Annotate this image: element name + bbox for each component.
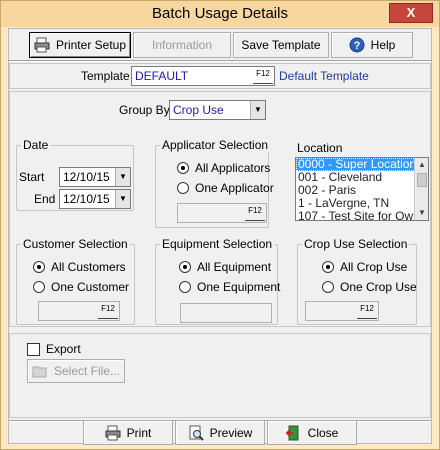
one-customer-label: One Customer xyxy=(51,280,130,294)
dialog-window: Batch Usage Details X Printer Setup Info… xyxy=(0,0,440,450)
start-date-value: 12/10/15 xyxy=(63,170,110,184)
chevron-down-icon[interactable]: ▼ xyxy=(115,168,130,186)
printer-setup-label: Printer Setup xyxy=(55,38,127,52)
preview-label: Preview xyxy=(209,425,253,440)
crop-use-legend: Crop Use Selection xyxy=(302,237,410,251)
printer-icon xyxy=(105,425,121,441)
export-label: Export xyxy=(46,342,81,356)
preview-icon xyxy=(188,425,204,441)
location-list[interactable]: 0000 - Super Location 1 001 - Cleveland … xyxy=(295,157,429,221)
start-label: Start xyxy=(19,170,45,184)
all-customers-radio[interactable]: All Customers xyxy=(33,260,126,274)
radio-icon xyxy=(322,281,334,293)
date-legend: Date xyxy=(21,138,51,152)
group-by-select[interactable]: Crop Use ▼ xyxy=(169,100,266,120)
applicator-input[interactable]: F12 xyxy=(177,203,267,223)
radio-icon xyxy=(177,182,189,194)
template-input[interactable]: DEFAULT F12 xyxy=(131,66,275,86)
chevron-down-icon[interactable]: ▼ xyxy=(250,101,265,119)
lookup-key-icon[interactable]: F12 xyxy=(357,303,377,319)
dialog-client-area: Printer Setup Information Save Template … xyxy=(8,28,432,445)
lookup-key-icon[interactable]: F12 xyxy=(98,303,118,319)
one-equipment-label: One Equipment xyxy=(197,280,281,294)
applicator-legend: Applicator Selection xyxy=(160,138,271,152)
svg-text:?: ? xyxy=(353,40,360,52)
all-applicators-radio[interactable]: All Applicators xyxy=(177,161,270,175)
lookup-key-icon[interactable]: F12 xyxy=(245,205,265,221)
customer-input[interactable]: F12 xyxy=(38,301,120,321)
all-crop-use-radio[interactable]: All Crop Use xyxy=(322,260,407,274)
group-by-value: Crop Use xyxy=(173,103,224,117)
help-button[interactable]: ? Help xyxy=(331,32,413,58)
close-button[interactable]: Close xyxy=(267,420,357,445)
help-label: Help xyxy=(370,38,396,52)
equipment-legend: Equipment Selection xyxy=(160,237,275,251)
customer-legend: Customer Selection xyxy=(21,237,130,251)
start-date-picker[interactable]: 12/10/15 ▼ xyxy=(59,167,131,187)
radio-icon xyxy=(33,281,45,293)
print-button[interactable]: Print xyxy=(83,420,173,445)
lookup-key-icon[interactable]: F12 xyxy=(253,68,273,84)
save-template-button[interactable]: Save Template xyxy=(233,32,329,58)
folder-icon xyxy=(32,363,48,379)
checkbox-icon xyxy=(27,342,40,356)
close-window-button[interactable]: X xyxy=(389,3,433,23)
radio-selected-icon xyxy=(322,261,334,273)
all-equipment-label: All Equipment xyxy=(197,260,272,274)
toolbar-divider xyxy=(9,60,431,62)
print-label: Print xyxy=(126,425,152,440)
group-by-label: Group By xyxy=(119,103,170,117)
end-date-value: 12/10/15 xyxy=(63,192,110,206)
scroll-up-icon[interactable]: ▲ xyxy=(415,158,428,172)
all-applicators-label: All Applicators xyxy=(195,161,271,175)
export-checkbox[interactable]: Export xyxy=(27,342,81,356)
radio-selected-icon xyxy=(177,162,189,174)
scroll-thumb[interactable] xyxy=(417,173,427,187)
one-crop-use-radio[interactable]: One Crop Use xyxy=(322,280,417,294)
printer-icon xyxy=(34,37,50,53)
crop-use-input[interactable]: F12 xyxy=(305,301,379,321)
radio-icon xyxy=(179,281,191,293)
scroll-down-icon[interactable]: ▼ xyxy=(415,206,428,220)
end-date-picker[interactable]: 12/10/15 ▼ xyxy=(59,189,131,209)
equipment-input[interactable] xyxy=(180,303,272,323)
one-applicator-label: One Applicator xyxy=(195,181,274,195)
help-icon: ? xyxy=(349,37,365,53)
one-customer-radio[interactable]: One Customer xyxy=(33,280,129,294)
list-item[interactable]: 107 - Test Site for Owner xyxy=(296,210,428,221)
one-crop-use-label: One Crop Use xyxy=(340,280,417,294)
one-equipment-radio[interactable]: One Equipment xyxy=(179,280,280,294)
select-file-button[interactable]: Select File... xyxy=(27,359,125,383)
title-bar[interactable]: Batch Usage Details X xyxy=(1,1,439,27)
end-label: End xyxy=(34,192,56,206)
radio-selected-icon xyxy=(179,261,191,273)
template-description: Default Template xyxy=(279,69,369,83)
template-label: Template xyxy=(81,69,130,83)
preview-button[interactable]: Preview xyxy=(175,420,265,445)
close-label: Close xyxy=(307,425,339,440)
window-title: Batch Usage Details xyxy=(152,5,288,22)
location-label: Location xyxy=(297,141,343,155)
template-value: DEFAULT xyxy=(135,69,189,83)
radio-selected-icon xyxy=(33,261,45,273)
chevron-down-icon[interactable]: ▼ xyxy=(115,190,130,208)
all-customers-label: All Customers xyxy=(51,260,126,274)
one-applicator-radio[interactable]: One Applicator xyxy=(177,181,274,195)
information-button[interactable]: Information xyxy=(133,32,231,58)
printer-setup-button[interactable]: Printer Setup xyxy=(29,32,131,58)
location-scrollbar[interactable]: ▲ ▼ xyxy=(414,158,428,220)
exit-door-icon xyxy=(285,425,302,441)
save-template-label: Save Template xyxy=(241,38,321,52)
all-crop-use-label: All Crop Use xyxy=(340,260,408,274)
all-equipment-radio[interactable]: All Equipment xyxy=(179,260,271,274)
select-file-label: Select File... xyxy=(53,364,121,378)
information-label: Information xyxy=(151,38,213,52)
